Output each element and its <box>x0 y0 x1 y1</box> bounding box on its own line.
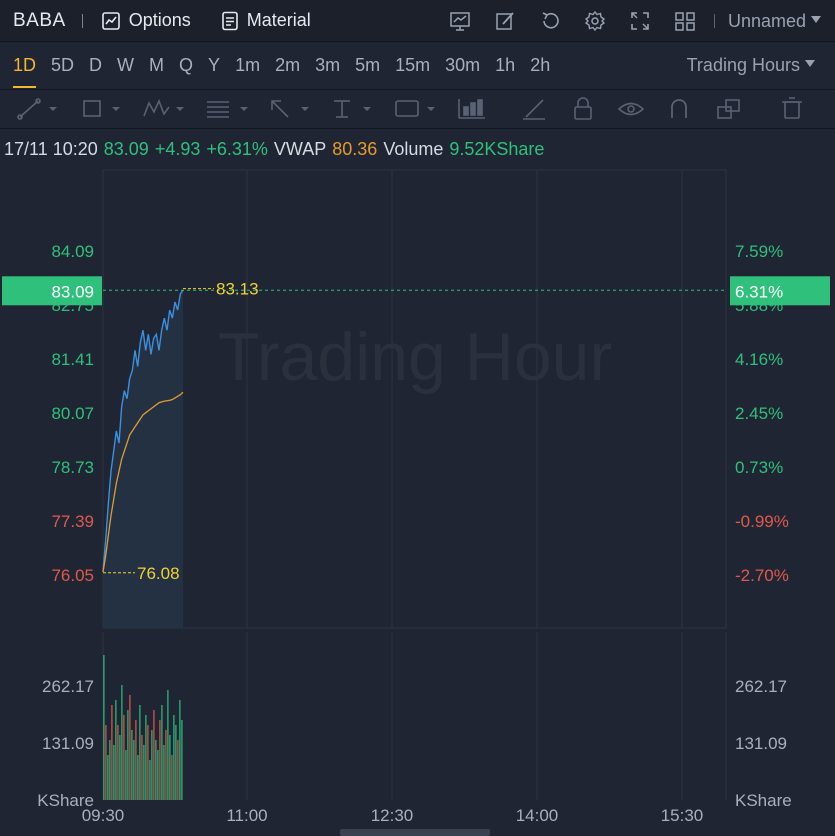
price-chart[interactable]: Trading Hour84.0982.7581.4180.0778.7377.… <box>0 0 835 836</box>
volume-bar <box>145 715 147 800</box>
volume-bar <box>137 755 139 800</box>
volume-bar <box>149 760 151 800</box>
volume-bar <box>119 735 121 800</box>
volume-bar <box>115 700 117 800</box>
price-axis-label: 76.05 <box>51 566 94 585</box>
volume-bar <box>175 725 177 800</box>
high-marker-label: 83.13 <box>216 280 259 299</box>
volume-axis-label-right: 131.09 <box>735 734 787 753</box>
volume-bar <box>127 710 129 800</box>
percent-axis-label: 4.16% <box>735 350 783 369</box>
volume-bar <box>163 745 165 800</box>
percent-axis-label: 0.73% <box>735 458 783 477</box>
volume-bar <box>179 700 181 800</box>
volume-bar <box>171 755 173 800</box>
volume-bar <box>143 745 145 800</box>
current-pct-label: 6.31% <box>735 282 783 301</box>
price-axis-label: 78.73 <box>51 458 94 477</box>
volume-bar <box>161 705 163 800</box>
volume-bar <box>181 720 183 800</box>
volume-bar <box>177 740 179 800</box>
volume-bar <box>111 705 113 800</box>
price-axis-label: 84.09 <box>51 242 94 261</box>
volume-bar <box>103 655 105 800</box>
volume-axis-label: 262.17 <box>42 677 94 696</box>
time-axis-label: 14:00 <box>516 806 559 825</box>
volume-bar <box>153 710 155 800</box>
volume-bar <box>169 735 171 800</box>
price-axis-label: 80.07 <box>51 404 94 423</box>
volume-bar <box>165 730 167 800</box>
volume-bar <box>141 735 143 800</box>
volume-bar <box>107 755 109 800</box>
chart-frame <box>102 169 727 629</box>
volume-bar <box>129 695 131 800</box>
volume-bar <box>133 740 135 800</box>
percent-axis-label: 2.45% <box>735 404 783 423</box>
price-axis-label: 81.41 <box>51 350 94 369</box>
volume-bar <box>167 690 169 800</box>
volume-bar <box>155 740 157 800</box>
scroll-handle <box>340 829 490 836</box>
volume-bar <box>125 750 127 800</box>
volume-axis-label-right: 262.17 <box>735 677 787 696</box>
volume-bar <box>105 725 107 800</box>
time-axis-label: 15:30 <box>661 806 704 825</box>
volume-bar <box>109 740 111 800</box>
volume-bar <box>113 745 115 800</box>
volume-bar <box>123 715 125 800</box>
current-price-label: 83.09 <box>51 282 94 301</box>
volume-bar <box>131 730 133 800</box>
volume-bar <box>135 720 137 800</box>
volume-bar <box>121 685 123 800</box>
percent-axis-label: -0.99% <box>735 512 789 531</box>
volume-bar <box>151 730 153 800</box>
volume-bar <box>159 720 161 800</box>
volume-bar <box>157 750 159 800</box>
time-axis-label: 09:30 <box>82 806 125 825</box>
time-axis-label: 12:30 <box>371 806 414 825</box>
volume-axis-label-right: KShare <box>735 791 792 810</box>
volume-bar <box>173 715 175 800</box>
volume-bar <box>117 725 119 800</box>
time-axis-label: 11:00 <box>226 806 267 825</box>
volume-bar <box>139 705 141 800</box>
price-axis-label: 77.39 <box>51 512 94 531</box>
volume-bar <box>147 725 149 800</box>
low-marker-label: 76.08 <box>137 564 180 583</box>
volume-axis-label: 131.09 <box>42 734 94 753</box>
watermark-text: Trading Hour <box>218 319 612 395</box>
percent-axis-label: 7.59% <box>735 242 783 261</box>
percent-axis-label: -2.70% <box>735 566 789 585</box>
